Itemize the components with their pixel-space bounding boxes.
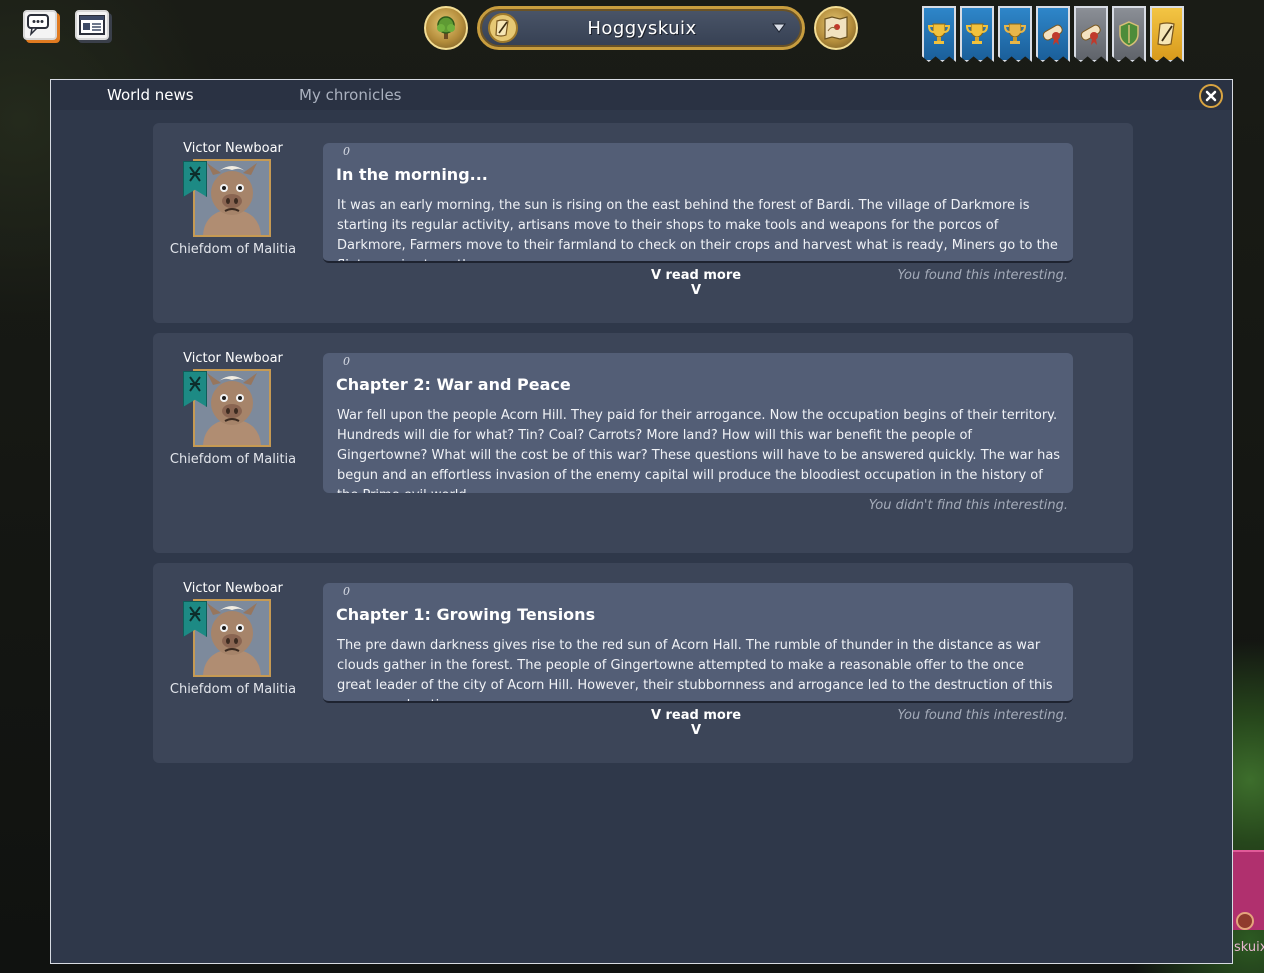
newspaper-icon — [79, 15, 105, 35]
author-name[interactable]: Victor Newboar — [153, 581, 313, 596]
achievement-medal[interactable] — [1036, 6, 1070, 62]
chat-button[interactable] — [23, 10, 57, 40]
interest-count: 0 — [343, 355, 350, 368]
chronicle-entry: Victor Newboar Chiefdom of Malitia 0 Cha… — [153, 333, 1133, 553]
article-body: War fell upon the people Acorn Hill. The… — [337, 408, 1061, 493]
author-name[interactable]: Victor Newboar — [153, 351, 313, 366]
realm-selector[interactable]: Hoggyskuix — [477, 6, 805, 50]
map-village-icon — [1236, 912, 1254, 930]
scroll-quill-icon — [1157, 22, 1175, 46]
article-title: Chapter 2: War and Peace — [336, 375, 571, 394]
chronicle-entry: Victor Newboar Chiefdom of Malitia 0 Cha… — [153, 563, 1133, 763]
trophy-icon — [927, 23, 951, 44]
author-realm[interactable]: Chiefdom of Malitia — [153, 682, 313, 697]
interest-count: 0 — [343, 145, 350, 158]
map-village-label: skuix — [1234, 940, 1264, 955]
shield-icon — [1119, 21, 1139, 47]
chat-bubbles-icon — [27, 14, 49, 36]
tab-world-news[interactable]: World news — [107, 86, 194, 104]
achievement-medal[interactable] — [922, 6, 956, 62]
article-body: It was an early morning, the sun is risi… — [337, 198, 1058, 261]
read-more-button[interactable]: V read more V — [646, 708, 746, 738]
achievement-medal[interactable] — [998, 6, 1032, 62]
map-scroll-icon — [824, 16, 848, 40]
news-button[interactable] — [75, 10, 109, 40]
achievement-medal[interactable] — [960, 6, 994, 62]
article-title: Chapter 1: Growing Tensions — [336, 605, 596, 624]
author-name[interactable]: Victor Newboar — [153, 141, 313, 156]
interest-status[interactable]: You found this interesting. — [898, 708, 1068, 723]
interest-status[interactable]: You found this interesting. — [898, 268, 1068, 283]
article-card: 0 In the morning... It was an early morn… — [323, 143, 1073, 263]
close-icon — [1205, 90, 1217, 102]
article-card: 0 Chapter 1: Growing Tensions The pre da… — [323, 583, 1073, 703]
tab-bar: World news My chronicles — [51, 80, 1232, 110]
interest-count: 0 — [343, 585, 350, 598]
read-more-button[interactable]: V read more V — [646, 268, 746, 298]
article-card: 0 Chapter 2: War and Peace War fell upon… — [323, 353, 1073, 493]
trophy-icon — [1003, 23, 1027, 44]
chevron-down-icon[interactable] — [766, 18, 792, 38]
article-title: In the morning... — [336, 165, 488, 184]
achievement-medal[interactable] — [1112, 6, 1146, 62]
tech-tree-button[interactable] — [424, 6, 468, 50]
chronicle-entry: Victor Newboar Chiefdom of Malitia 0 In … — [153, 123, 1133, 323]
diploma-icon — [1042, 24, 1063, 45]
tab-my-chronicles[interactable]: My chronicles — [299, 86, 402, 104]
article-body: The pre dawn darkness gives rise to the … — [337, 638, 1053, 701]
achievement-medal[interactable] — [1074, 6, 1108, 62]
author-realm[interactable]: Chiefdom of Malitia — [153, 452, 313, 467]
chronicles-panel: World news My chronicles Victor Newboar — [50, 79, 1233, 964]
world-map-button[interactable] — [814, 6, 858, 50]
diploma-icon — [1080, 24, 1101, 45]
interest-status[interactable]: You didn't find this interesting. — [869, 498, 1068, 513]
achievement-medal[interactable] — [1150, 6, 1184, 62]
author-realm[interactable]: Chiefdom of Malitia — [153, 242, 313, 257]
scroll-quill-icon — [488, 13, 518, 43]
trophy-icon — [965, 23, 989, 44]
close-button[interactable] — [1199, 84, 1223, 108]
realm-name: Hoggyskuix — [587, 17, 697, 39]
tech-tree-icon — [437, 16, 455, 39]
